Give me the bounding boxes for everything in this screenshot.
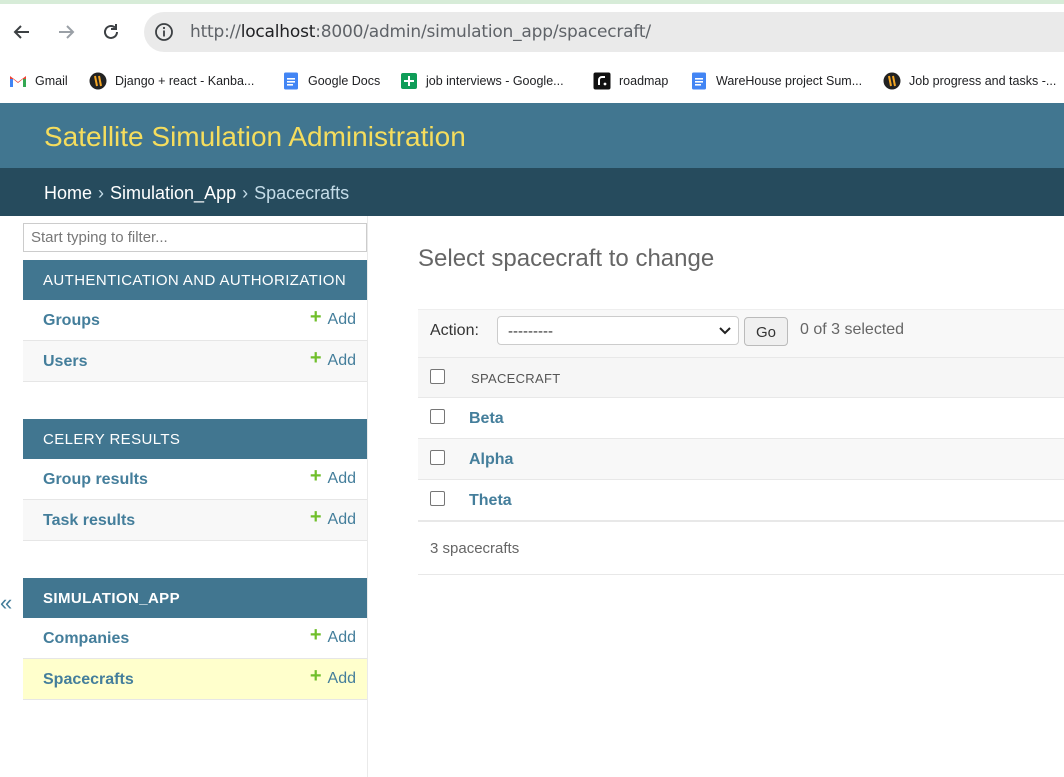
select-all-checkbox[interactable] — [430, 369, 445, 384]
column-header-spacecraft[interactable]: SPACECRAFT — [471, 371, 560, 386]
table-header: SPACECRAFT — [418, 357, 1064, 398]
breadcrumb-separator: › — [98, 183, 105, 203]
table-row: Theta — [418, 480, 1064, 521]
breadcrumb: Home › Simulation_App › Spacecrafts — [0, 168, 1064, 216]
roadmap-icon — [593, 72, 611, 90]
add-button[interactable]: + Add — [309, 306, 356, 329]
sidebar-item-groups: Groups + Add — [23, 300, 367, 341]
arrow-right-icon — [59, 25, 75, 39]
bookmark-job-interviews[interactable]: job interviews - Google... — [400, 70, 564, 92]
add-button[interactable]: + Add — [309, 347, 356, 370]
bookmark-kanban[interactable]: Django + react - Kanba... — [89, 70, 254, 92]
nav-sidebar: Start typing to filter... AUTHENTICATION… — [22, 216, 368, 777]
module-caption-auth[interactable]: AUTHENTICATION AND AUTHORIZATION — [23, 260, 367, 300]
bookmark-google-docs[interactable]: Google Docs — [282, 70, 380, 92]
chevron-down-icon — [719, 327, 731, 335]
back-button[interactable] — [7, 17, 37, 47]
sidebar-item-users: Users + Add — [23, 341, 367, 382]
site-header: Satellite Simulation Administration — [0, 103, 1064, 168]
plus-icon: + — [309, 506, 322, 528]
page-title: Select spacecraft to change — [418, 245, 715, 272]
breadcrumb-separator: › — [242, 183, 249, 203]
breadcrumb-current: Spacecrafts — [254, 183, 350, 203]
google-docs-icon — [690, 72, 708, 90]
sidebar-collapse-toggle[interactable]: « — [0, 590, 12, 616]
plus-icon: + — [309, 624, 322, 646]
model-link[interactable]: Spacecrafts — [43, 671, 134, 689]
sidebar-item-companies: Companies + Add — [23, 618, 367, 659]
tab-strip-edge — [0, 0, 1064, 4]
bookmark-warehouse[interactable]: WareHouse project Sum... — [690, 70, 862, 92]
changelist-actions: Action: --------- Go 0 of 3 selected — [418, 309, 1064, 357]
action-label: Action: — [430, 322, 479, 339]
info-icon[interactable] — [154, 22, 174, 42]
table-row: Beta — [418, 398, 1064, 439]
add-button[interactable]: + Add — [309, 624, 356, 647]
row-checkbox[interactable] — [430, 409, 445, 424]
row-checkbox[interactable] — [430, 491, 445, 506]
action-select[interactable]: --------- — [497, 316, 739, 345]
model-link[interactable]: Groups — [43, 312, 100, 330]
module-caption-celery[interactable]: CELERY RESULTS — [23, 419, 367, 459]
model-link[interactable]: Companies — [43, 630, 129, 648]
google-docs-icon — [282, 72, 300, 90]
url-text: http://localhost:8000/admin/simulation_a… — [190, 22, 651, 42]
bookmark-job-progress[interactable]: Job progress and tasks -... — [883, 70, 1056, 92]
selection-counter: 0 of 3 selected — [800, 321, 905, 338]
forward-button[interactable] — [51, 17, 81, 47]
model-link[interactable]: Users — [43, 353, 87, 371]
kanban-icon — [89, 72, 107, 90]
sidebar-item-spacecrafts: Spacecrafts + Add — [23, 659, 367, 700]
arrow-left-icon — [13, 25, 29, 39]
model-link[interactable]: Task results — [43, 512, 135, 530]
add-button[interactable]: + Add — [309, 506, 356, 529]
bookmark-roadmap[interactable]: roadmap — [593, 70, 668, 92]
browser-toolbar: http://localhost:8000/admin/simulation_a… — [0, 0, 1064, 62]
table-row: Alpha — [418, 439, 1064, 480]
google-sheets-icon — [400, 72, 418, 90]
plus-icon: + — [309, 465, 322, 487]
reload-icon — [104, 24, 118, 39]
plus-icon: + — [309, 665, 322, 687]
kanban-icon — [883, 72, 901, 90]
sidebar-item-group-results: Group results + Add — [23, 459, 367, 500]
go-button[interactable]: Go — [744, 317, 788, 346]
plus-icon: + — [309, 347, 322, 369]
address-bar[interactable]: http://localhost:8000/admin/simulation_a… — [144, 12, 1064, 52]
row-link[interactable]: Beta — [469, 410, 504, 428]
module-caption-simulation-app[interactable]: SIMULATION_APP — [23, 578, 367, 618]
site-title-link[interactable]: Satellite Simulation Administration — [44, 121, 466, 153]
add-button[interactable]: + Add — [309, 665, 356, 688]
plus-icon: + — [309, 306, 322, 328]
bookmark-gmail[interactable]: Gmail — [9, 70, 68, 92]
row-checkbox[interactable] — [430, 450, 445, 465]
sidebar-filter-input[interactable]: Start typing to filter... — [23, 223, 367, 252]
reload-button[interactable] — [96, 17, 126, 47]
row-link[interactable]: Alpha — [469, 451, 513, 469]
gmail-icon — [9, 72, 27, 90]
bookmarks-bar: Gmail Django + react - Kanba... Google D… — [0, 62, 1064, 102]
model-link[interactable]: Group results — [43, 471, 148, 489]
add-button[interactable]: + Add — [309, 465, 356, 488]
sidebar-item-task-results: Task results + Add — [23, 500, 367, 541]
breadcrumb-app[interactable]: Simulation_App — [110, 183, 236, 203]
paginator: 3 spacecrafts — [418, 521, 1064, 575]
row-link[interactable]: Theta — [469, 492, 512, 510]
breadcrumb-home[interactable]: Home — [44, 183, 92, 203]
